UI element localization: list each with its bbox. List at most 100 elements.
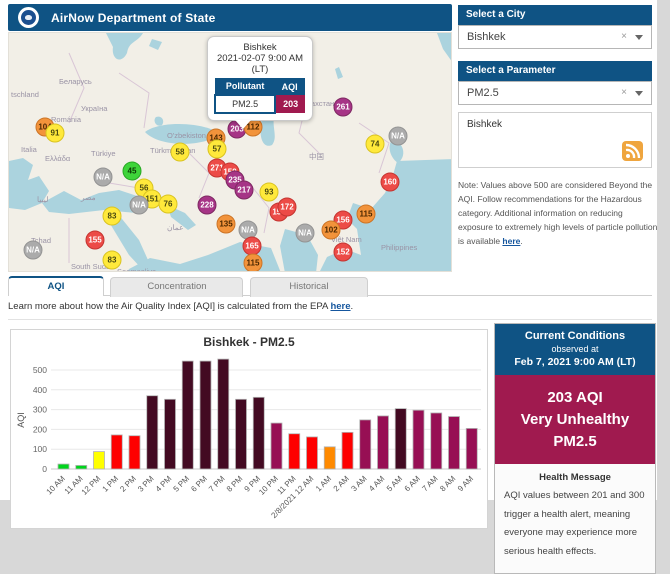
- popup-col-pollutant: Pollutant: [215, 78, 275, 95]
- tab-aqi[interactable]: AQI: [8, 276, 104, 296]
- map-marker[interactable]: 217: [235, 181, 254, 200]
- chart-bar[interactable]: [431, 413, 442, 469]
- popup-col-aqi: AQI: [275, 78, 305, 95]
- chart-bar[interactable]: [360, 420, 371, 469]
- select-parameter-header: Select a Parameter: [458, 61, 652, 81]
- map-popup: Bishkek 2021-02-07 9:00 AM (LT) Pollutan…: [207, 36, 313, 121]
- health-message-title: Health Message: [504, 472, 646, 483]
- chart-bar[interactable]: [218, 359, 229, 469]
- chart-bar[interactable]: [466, 428, 477, 469]
- chart-bar[interactable]: [378, 416, 389, 469]
- aqi-map[interactable]: tschlandБеларусьУкраїнаRomániaItaliaΕλλά…: [8, 32, 452, 272]
- parameter-clear-icon[interactable]: ×: [621, 82, 627, 104]
- chart-bar[interactable]: [342, 432, 353, 469]
- tab-historical[interactable]: Historical: [250, 277, 368, 297]
- chart-bar[interactable]: [236, 399, 247, 469]
- chart-bar[interactable]: [395, 409, 406, 469]
- chart-bar[interactable]: [129, 436, 140, 469]
- chart-bar[interactable]: [182, 361, 193, 469]
- map-marker[interactable]: 115: [244, 254, 263, 273]
- map-marker[interactable]: 58: [171, 143, 190, 162]
- popup-datetime: 2021-02-07 9:00 AM: [214, 53, 306, 64]
- map-marker[interactable]: 91: [46, 124, 65, 143]
- chart-xtick: 8 PM: [225, 474, 245, 494]
- city-clear-icon[interactable]: ×: [621, 26, 627, 48]
- map-marker[interactable]: 74: [366, 135, 385, 154]
- map-marker[interactable]: 152: [334, 243, 353, 262]
- learn-more-link[interactable]: here: [330, 301, 350, 312]
- map-marker[interactable]: 57: [208, 140, 227, 159]
- chart-ytick: 400: [33, 385, 47, 395]
- map-marker[interactable]: 228: [198, 196, 217, 215]
- map-marker[interactable]: 45: [123, 162, 142, 181]
- chart-bar[interactable]: [111, 435, 122, 469]
- map-marker[interactable]: 83: [103, 251, 122, 270]
- popup-city: Bishkek: [214, 42, 306, 53]
- chart-bar[interactable]: [200, 361, 211, 469]
- map-marker[interactable]: N/A: [130, 196, 149, 215]
- current-conditions-panel: Current Conditions observed at Feb 7, 20…: [494, 323, 656, 574]
- popup-pointer: [235, 120, 251, 129]
- map-marker[interactable]: 135: [217, 215, 236, 234]
- chart-bar[interactable]: [76, 465, 87, 469]
- map-marker[interactable]: N/A: [24, 241, 43, 260]
- rss-feed-icon[interactable]: [622, 141, 643, 161]
- chart-ytick: 0: [42, 464, 47, 474]
- chart-xtick: 2 PM: [118, 474, 138, 494]
- chart-tabs: AQI Concentration Historical: [8, 276, 652, 296]
- chart-xtick: 3 AM: [349, 474, 368, 493]
- map-marker[interactable]: 93: [260, 183, 279, 202]
- tab-concentration[interactable]: Concentration: [110, 277, 243, 297]
- aqi-bar-chart: Bishkek - PM2.50100200300400500AQI10 AM1…: [10, 329, 488, 529]
- chart-bar[interactable]: [165, 399, 176, 469]
- parameter-select[interactable]: PM2.5 ×: [458, 81, 652, 105]
- chart-xtick: 6 PM: [189, 474, 209, 494]
- chart-bar[interactable]: [413, 410, 424, 469]
- chart-bar[interactable]: [307, 437, 318, 469]
- map-marker[interactable]: 172: [278, 198, 297, 217]
- map-marker[interactable]: N/A: [389, 127, 408, 146]
- map-marker[interactable]: 76: [159, 195, 178, 214]
- chart-xtick: 5 AM: [385, 474, 404, 493]
- app-header: AirNow Department of State: [8, 4, 452, 31]
- city-select[interactable]: Bishkek ×: [458, 25, 652, 49]
- current-conditions-title: Current Conditions: [499, 330, 651, 342]
- chart-bar[interactable]: [289, 434, 300, 469]
- chart-ylabel: AQI: [16, 412, 26, 428]
- chart-bar[interactable]: [449, 417, 460, 469]
- chart-bar[interactable]: [253, 397, 264, 469]
- parameter-caret-icon[interactable]: [635, 91, 643, 96]
- map-marker[interactable]: 83: [103, 207, 122, 226]
- observed-datetime: Feb 7, 2021 9:00 AM (LT): [499, 356, 651, 368]
- chart-xtick: 3 PM: [136, 474, 156, 494]
- map-marker[interactable]: 155: [86, 231, 105, 250]
- rss-city-label: Bishkek: [467, 119, 502, 130]
- note-link[interactable]: here: [502, 236, 520, 246]
- map-marker[interactable]: N/A: [94, 168, 113, 187]
- city-caret-icon[interactable]: [635, 35, 643, 40]
- observed-at-label: observed at: [499, 344, 651, 354]
- chart-bar[interactable]: [271, 423, 282, 469]
- chart-xtick: 8 AM: [438, 474, 457, 493]
- health-message-text: AQI values between 201 and 300 trigger a…: [504, 487, 646, 561]
- learn-more-text: Learn more about how the Air Quality Ind…: [8, 301, 353, 312]
- page: AirNow Department of State: [0, 0, 657, 500]
- chart-bar[interactable]: [147, 396, 158, 469]
- chart-xtick: 10 AM: [45, 474, 68, 497]
- map-marker[interactable]: 102: [322, 221, 341, 240]
- map-marker[interactable]: 261: [334, 98, 353, 117]
- chart-bar[interactable]: [94, 452, 105, 469]
- chart-bar[interactable]: [324, 447, 335, 469]
- chart-xtick: 1 PM: [101, 474, 121, 494]
- chart-ytick: 200: [33, 424, 47, 434]
- chart-xtick: 5 PM: [172, 474, 192, 494]
- map-marker[interactable]: N/A: [296, 224, 315, 243]
- current-conditions-header: Current Conditions observed at Feb 7, 20…: [495, 324, 655, 375]
- chart-bar[interactable]: [58, 464, 69, 469]
- popup-table: Pollutant AQI PM2.5 203: [214, 78, 306, 114]
- map-marker[interactable]: 160: [381, 173, 400, 192]
- chart-xtick: 2 AM: [332, 474, 351, 493]
- map-marker[interactable]: 115: [357, 205, 376, 224]
- app-title: AirNow Department of State: [51, 11, 216, 25]
- chart-ytick: 100: [33, 444, 47, 454]
